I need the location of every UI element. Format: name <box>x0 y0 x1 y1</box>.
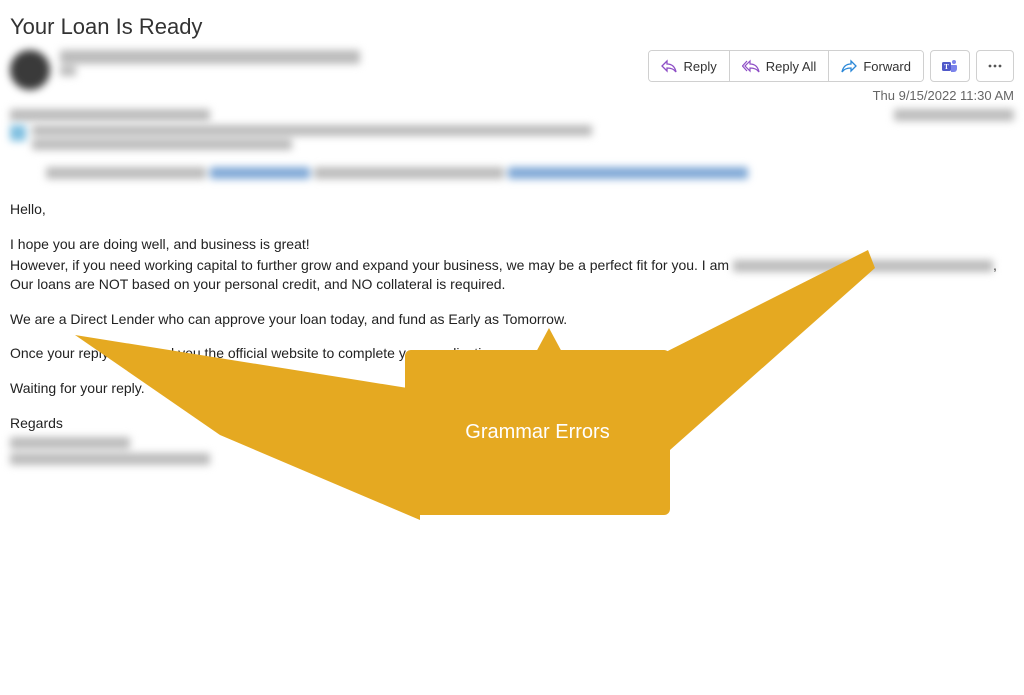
forward-label: Forward <box>863 59 911 74</box>
sender-name-redacted <box>60 50 360 64</box>
body-line-4: Once your reply I will send you the offi… <box>10 344 1014 363</box>
signoff: Regards <box>10 414 1014 433</box>
body-line-5: Waiting for your reply. <box>10 379 1014 398</box>
banner-line-2 <box>32 139 292 150</box>
info-icon <box>10 125 26 141</box>
reply-icon <box>661 58 677 74</box>
action-bar: Reply Reply All Forward <box>648 50 1014 82</box>
reply-label: Reply <box>683 59 716 74</box>
reply-all-icon <box>742 58 760 74</box>
recipient-redacted <box>10 109 210 121</box>
external-warning <box>46 166 1014 182</box>
banner-line-1 <box>32 125 592 136</box>
info-banner <box>10 125 1014 150</box>
sender-area <box>10 50 360 90</box>
timestamp: Thu 9/15/2022 11:30 AM <box>873 88 1014 103</box>
body-line-2: However, if you need working capital to … <box>10 256 1014 294</box>
avatar <box>10 50 50 90</box>
teams-icon: T <box>941 57 959 75</box>
signature-redacted <box>10 437 1014 465</box>
email-body: Hello, I hope you are doing well, and bu… <box>10 200 1014 465</box>
forward-icon <box>841 58 857 74</box>
more-button[interactable] <box>976 50 1014 82</box>
email-subject: Your Loan Is Ready <box>10 10 1014 50</box>
expires-redacted <box>894 109 1014 121</box>
name-title-redacted <box>733 260 993 272</box>
more-icon <box>987 58 1003 74</box>
greeting: Hello, <box>10 200 1014 219</box>
reply-all-label: Reply All <box>766 59 817 74</box>
body-line-2a: However, if you need working capital to … <box>10 257 733 273</box>
svg-text:T: T <box>944 63 949 71</box>
forward-button[interactable]: Forward <box>829 51 923 81</box>
reply-button[interactable]: Reply <box>649 51 729 81</box>
sender-to-redacted <box>60 66 76 76</box>
body-line-1: I hope you are doing well, and business … <box>10 235 1014 254</box>
body-line-3: We are a Direct Lender who can approve y… <box>10 310 1014 329</box>
reply-all-button[interactable]: Reply All <box>730 51 830 81</box>
teams-button[interactable]: T <box>930 50 970 82</box>
